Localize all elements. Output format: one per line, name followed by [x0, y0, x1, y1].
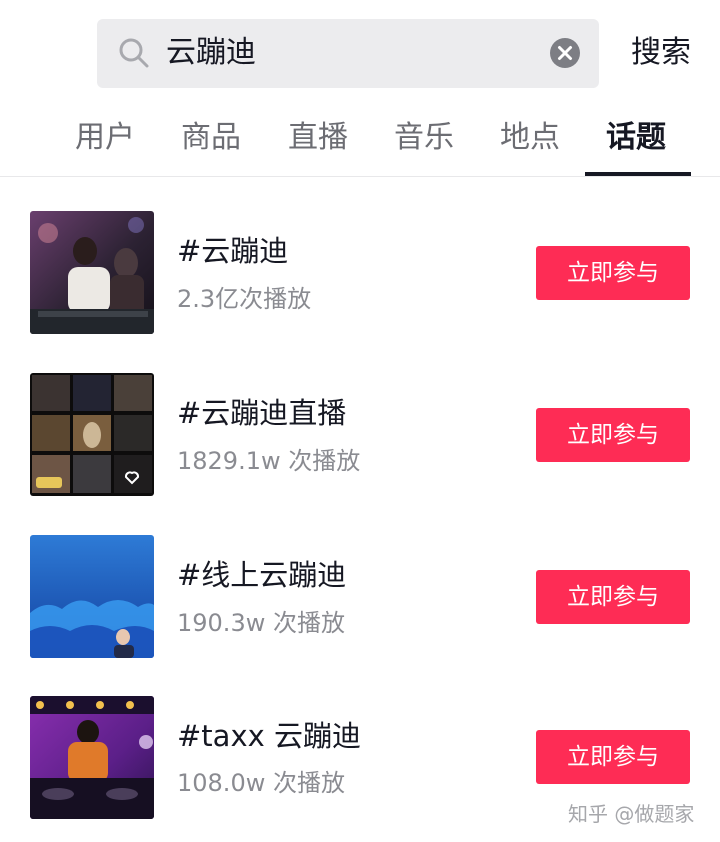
- topic-thumbnail: [30, 211, 154, 334]
- join-topic-button[interactable]: 立即参与: [536, 730, 690, 784]
- topic-thumbnail: [30, 373, 154, 496]
- search-query-text[interactable]: 云蹦迪: [166, 31, 256, 75]
- topic-title[interactable]: #线上云蹦迪: [177, 555, 346, 595]
- topic-row[interactable]: #线上云蹦迪 190.3w 次播放 立即参与: [0, 514, 720, 658]
- tab-places[interactable]: 地点: [500, 116, 560, 160]
- topic-play-count: 1829.1w 次播放: [177, 447, 361, 475]
- topic-title[interactable]: #taxx 云蹦迪: [177, 716, 361, 756]
- topic-play-count: 108.0w 次播放: [177, 769, 345, 797]
- tab-products[interactable]: 商品: [181, 116, 241, 160]
- topic-row[interactable]: #云蹦迪直播 1829.1w 次播放 立即参与: [0, 352, 720, 496]
- tab-topics[interactable]: 话题: [606, 116, 666, 160]
- search-bar: 云蹦迪 搜索: [0, 0, 720, 108]
- tab-music[interactable]: 音乐: [394, 116, 454, 160]
- join-topic-button[interactable]: 立即参与: [536, 570, 690, 624]
- tabs-divider: [0, 176, 720, 177]
- topic-play-count: 190.3w 次播放: [177, 609, 345, 637]
- filter-tabs: 用户 商品 直播 音乐 地点 话题: [0, 108, 720, 176]
- topic-row[interactable]: #云蹦迪 2.3亿次播放 立即参与: [0, 190, 720, 334]
- topic-play-count: 2.3亿次播放: [177, 285, 312, 313]
- tab-live[interactable]: 直播: [288, 116, 348, 160]
- search-button[interactable]: 搜索: [631, 31, 691, 75]
- tab-users[interactable]: 用户: [75, 116, 135, 160]
- join-topic-button[interactable]: 立即参与: [536, 408, 690, 462]
- watermark: 知乎 @做题家: [568, 802, 695, 826]
- topic-thumbnail: [30, 696, 154, 819]
- topic-title[interactable]: #云蹦迪: [177, 231, 288, 271]
- topic-row[interactable]: #taxx 云蹦迪 108.0w 次播放 立即参与: [0, 676, 720, 819]
- topic-title[interactable]: #云蹦迪直播: [177, 393, 346, 433]
- join-topic-button[interactable]: 立即参与: [536, 246, 690, 300]
- topic-thumbnail: [30, 535, 154, 658]
- search-icon: [118, 37, 150, 69]
- clear-icon[interactable]: [549, 37, 581, 69]
